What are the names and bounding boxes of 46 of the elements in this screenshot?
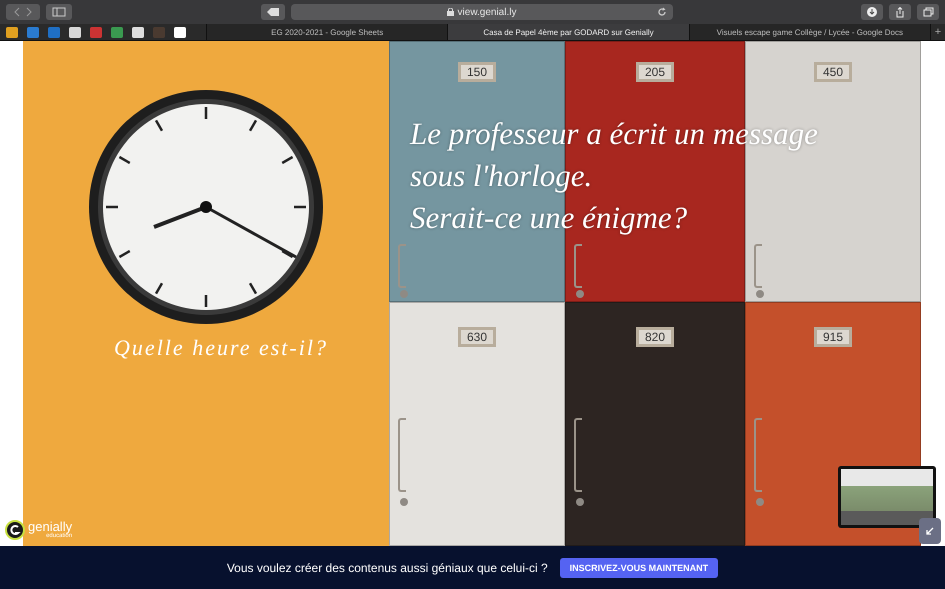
logo-name: genially: [28, 521, 72, 533]
sidebar-icon: [52, 7, 66, 17]
download-button[interactable]: [861, 4, 883, 20]
locker-lock: [400, 290, 408, 298]
download-icon: [867, 7, 877, 17]
logo-icon: [5, 520, 25, 540]
locker-number: 150: [458, 62, 496, 82]
tag-icon: [266, 7, 280, 17]
new-tab-button[interactable]: +: [930, 24, 945, 40]
locker-lock: [576, 498, 584, 506]
locker-lock: [756, 290, 764, 298]
locker-lock: [576, 290, 584, 298]
chevron-icon: [13, 7, 33, 17]
clock-caption: Quelle heure est-il?: [114, 335, 328, 361]
locker-number: 630: [458, 327, 496, 347]
bookmark-icon[interactable]: [6, 26, 18, 38]
share-icon: [895, 6, 905, 18]
bookmark-icon[interactable]: [132, 26, 144, 38]
bookmark-icon[interactable]: [174, 26, 186, 38]
sidebar-button[interactable]: [46, 4, 72, 20]
arrow-icon: [926, 527, 934, 535]
locker-lock: [756, 498, 764, 506]
locker-handle: [754, 244, 762, 288]
locker-lock: [400, 498, 408, 506]
share-button[interactable]: [889, 4, 911, 20]
expand-button[interactable]: [919, 518, 941, 544]
locker-handle: [574, 244, 582, 288]
back-forward-button[interactable]: [6, 4, 40, 20]
locker-number: 205: [636, 62, 674, 82]
tag-button[interactable]: [260, 4, 284, 20]
banner-text: Vous voulez créer des contenus aussi géniaux que celui-ci ?: [226, 560, 548, 574]
reload-icon[interactable]: [656, 7, 666, 17]
address-field[interactable]: view.genial.ly: [290, 4, 672, 20]
signup-button[interactable]: INSCRIVEZ-VOUS MAINTENANT: [560, 558, 718, 578]
browser-tab[interactable]: Casa de Papel 4ème par GODARD sur Genially: [447, 24, 689, 40]
bookmark-icon[interactable]: [69, 26, 81, 38]
url-text: view.genial.ly: [458, 6, 516, 18]
locker-number: 915: [814, 327, 852, 347]
lock-icon: [446, 8, 454, 16]
browser-tab[interactable]: Visuels escape game Collège / Lycée - Google Docs: [688, 24, 930, 40]
locker-handle: [398, 244, 406, 288]
tabs-button[interactable]: [917, 4, 939, 20]
browser-tab[interactable]: EG 2020-2021 - Google Sheets: [206, 24, 448, 40]
locker-number: 820: [636, 327, 674, 347]
tabs-icon: [922, 7, 934, 17]
locker-number: 450: [814, 62, 852, 82]
